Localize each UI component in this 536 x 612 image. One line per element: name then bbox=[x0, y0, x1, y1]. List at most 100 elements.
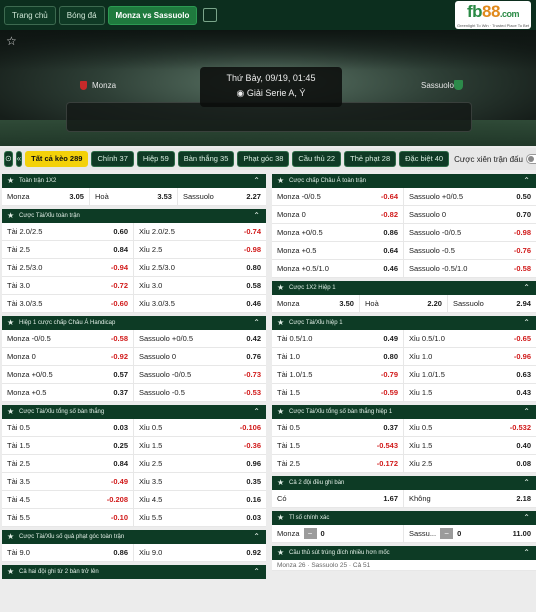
odds-cell[interactable]: Tài 1.5 -0.59 bbox=[272, 384, 404, 401]
parlay-toggle[interactable]: Cược xiên trận đấu bbox=[454, 154, 536, 164]
odds-cell[interactable]: Sassuolo -0.5 -0.53 bbox=[134, 384, 266, 401]
odds-cell[interactable]: Tài 2.5 -0.172 bbox=[272, 455, 404, 472]
odds-cell[interactable]: Monza +0.5 0.37 bbox=[2, 384, 134, 401]
odds-cell[interactable]: Xỉu 2.0/2.5 -0.74 bbox=[134, 223, 266, 240]
odds-cell[interactable]: Tài 2.5 0.84 bbox=[2, 455, 134, 472]
odds-cell[interactable]: Monza 3.50 bbox=[272, 295, 360, 312]
odds-cell[interactable]: Tài 3.0/3.5 -0.60 bbox=[2, 295, 134, 312]
odds-cell[interactable]: Xỉu 9.0 0.92 bbox=[134, 544, 266, 561]
odds-cell[interactable]: Có 1.67 bbox=[272, 490, 404, 507]
odds-cell[interactable]: Monza +0/0.5 0.86 bbox=[272, 224, 404, 241]
nav-match[interactable]: Monza vs Sassuolo bbox=[107, 5, 198, 25]
filter-main[interactable]: Chính 37 bbox=[91, 151, 134, 167]
odds-cell[interactable]: Tài 2.5 0.84 bbox=[2, 241, 134, 258]
minus-button[interactable]: − bbox=[303, 528, 317, 539]
odds-cell[interactable]: Xỉu 0.5 -0.532 bbox=[404, 419, 536, 436]
odds-cell[interactable]: Tài 1.5 0.25 bbox=[2, 437, 134, 454]
odds-cell[interactable]: Sassuolo +0/0.5 0.50 bbox=[404, 188, 536, 205]
odds-cell[interactable]: Hoà 3.53 bbox=[90, 188, 178, 205]
odds-cell[interactable]: Không 2.18 bbox=[404, 490, 536, 507]
minus-button[interactable]: − bbox=[440, 528, 454, 539]
odds-cell[interactable]: Monza 0 -0.82 bbox=[272, 206, 404, 223]
market-header[interactable]: Cược Tài/Xỉu hiệp 1 bbox=[272, 316, 536, 330]
odds-cell[interactable]: Sassuolo -0/0.5 -0.98 bbox=[404, 224, 536, 241]
odds-cell[interactable]: Xỉu 2.5 -0.98 bbox=[134, 241, 266, 258]
market-header[interactable]: Cược Tài/Xỉu số quả phạt góc toàn trận bbox=[2, 530, 266, 544]
odds-cell[interactable]: Tài 0.5 0.37 bbox=[272, 419, 404, 436]
odds-cell[interactable]: Tài 4.5 -0.208 bbox=[2, 491, 134, 508]
odds-cell[interactable]: Xỉu 5.5 0.03 bbox=[134, 509, 266, 526]
score-odds[interactable]: 11.00 bbox=[513, 529, 531, 538]
filter-corners[interactable]: Phạt góc 38 bbox=[237, 151, 290, 167]
nav-extra-box[interactable] bbox=[203, 8, 218, 22]
odds-cell[interactable]: Tài 3.0 -0.72 bbox=[2, 277, 134, 294]
odds-cell[interactable]: Monza 3.05 bbox=[2, 188, 90, 205]
odds-cell[interactable]: Xỉu 0.5/1.0 -0.65 bbox=[404, 330, 536, 347]
odds-cell[interactable]: Hoà 2.20 bbox=[360, 295, 448, 312]
odds-cell[interactable]: Xỉu 3.0 0.58 bbox=[134, 277, 266, 294]
odds-cell[interactable]: Sassuolo +0/0.5 0.42 bbox=[134, 330, 266, 347]
odds-cell[interactable]: Monza 0 -0.92 bbox=[2, 348, 134, 365]
score-home[interactable]: Monza −0 bbox=[272, 525, 404, 542]
collapse-icon[interactable]: « bbox=[15, 151, 23, 167]
score-away[interactable]: Sassu... −0 11.00 bbox=[404, 525, 536, 542]
odds-cell[interactable]: Xỉu 1.5 0.43 bbox=[404, 384, 536, 401]
odds-cell[interactable]: Sassuolo -0.5/1.0 -0.58 bbox=[404, 260, 536, 277]
odds-cell[interactable]: Xỉu 2.5 0.08 bbox=[404, 455, 536, 472]
market-header[interactable]: Cầu thủ sút trúng đích nhiều hơn mốc bbox=[272, 546, 536, 560]
search-icon[interactable]: ⊙ bbox=[4, 151, 13, 167]
odds-cell[interactable]: Xỉu 1.0/1.5 0.63 bbox=[404, 366, 536, 383]
odds-cell[interactable]: Tài 0.5/1.0 0.49 bbox=[272, 330, 404, 347]
filter-goals[interactable]: Bàn thắng 35 bbox=[177, 151, 235, 167]
odds-cell[interactable]: Tài 2.5/3.0 -0.94 bbox=[2, 259, 134, 276]
odds-cell[interactable]: Tài 1.5 -0.543 bbox=[272, 437, 404, 454]
nav-football[interactable]: Bóng đá bbox=[58, 5, 105, 25]
nav-home[interactable]: Trang chủ bbox=[4, 5, 56, 25]
odds-cell[interactable]: Sassuolo 2.27 bbox=[178, 188, 266, 205]
odds-cell[interactable]: Monza +0.5/1.0 0.46 bbox=[272, 260, 404, 277]
odds-cell[interactable]: Xỉu 3.5 0.35 bbox=[134, 473, 266, 490]
odds-cell[interactable]: Monza +0.5 0.64 bbox=[272, 242, 404, 259]
odds-cell[interactable]: Sassuolo 0 0.70 bbox=[404, 206, 536, 223]
odds-cell[interactable]: Xỉu 2.5 0.96 bbox=[134, 455, 266, 472]
odds-cell[interactable]: Monza +0/0.5 0.57 bbox=[2, 366, 134, 383]
market-header[interactable]: Cược Tài/Xỉu tổng số bàn thắng hiệp 1 bbox=[272, 405, 536, 419]
odds-cell[interactable]: Xỉu 1.0 -0.96 bbox=[404, 348, 536, 365]
favorite-star-icon[interactable]: ☆ bbox=[6, 34, 17, 48]
odds-cell[interactable]: Xỉu 1.5 0.40 bbox=[404, 437, 536, 454]
market-header[interactable]: Cả 2 đội đều ghi bàn bbox=[272, 476, 536, 490]
odds-cell[interactable]: Tài 2.0/2.5 0.60 bbox=[2, 223, 134, 240]
odds-cell[interactable]: Sassuolo -0.5 -0.76 bbox=[404, 242, 536, 259]
site-logo[interactable]: fb88.com Greenlight To Win · Trusted Pla… bbox=[455, 1, 531, 29]
toggle-switch[interactable] bbox=[525, 154, 536, 164]
odds-cell[interactable]: Tài 9.0 0.86 bbox=[2, 544, 134, 561]
filter-players[interactable]: Cầu thủ 22 bbox=[292, 151, 342, 167]
market-header[interactable]: Cả hai đội ghi từ 2 bàn trở lên bbox=[2, 565, 266, 579]
filter-all[interactable]: Tất cả kèo 289 bbox=[25, 151, 89, 167]
odds-cell[interactable]: Xỉu 1.5 -0.36 bbox=[134, 437, 266, 454]
odds-cell[interactable]: Tài 0.5 0.03 bbox=[2, 419, 134, 436]
odds-cell[interactable]: Xỉu 2.5/3.0 0.80 bbox=[134, 259, 266, 276]
odds-cell[interactable]: Monza -0/0.5 -0.64 bbox=[272, 188, 404, 205]
odds-cell[interactable]: Xỉu 3.0/3.5 0.46 bbox=[134, 295, 266, 312]
odds-cell[interactable]: Monza -0/0.5 -0.58 bbox=[2, 330, 134, 347]
odds-cell[interactable]: Xỉu 4.5 0.16 bbox=[134, 491, 266, 508]
market-header[interactable]: Tỉ số chính xác bbox=[272, 511, 536, 525]
odds-cell[interactable]: Sassuolo -0/0.5 -0.73 bbox=[134, 366, 266, 383]
odds-cell[interactable]: Xỉu 0.5 -0.106 bbox=[134, 419, 266, 436]
odds-cell[interactable]: Tài 5.5 -0.10 bbox=[2, 509, 134, 526]
market-header[interactable]: Hiệp 1 cược chấp Châu Á Handicap bbox=[2, 316, 266, 330]
filter-special[interactable]: Đặc biệt 40 bbox=[399, 151, 450, 167]
odds-cell[interactable]: Sassuolo 2.94 bbox=[448, 295, 536, 312]
filter-cards[interactable]: Thẻ phạt 28 bbox=[344, 151, 397, 167]
filter-half[interactable]: Hiệp 59 bbox=[136, 151, 175, 167]
odds-cell[interactable]: Tài 1.0 0.80 bbox=[272, 348, 404, 365]
market-header[interactable]: Cược 1X2 Hiệp 1 bbox=[272, 281, 536, 295]
market-header[interactable]: Cược Tài/Xỉu tổng số bàn thắng bbox=[2, 405, 266, 419]
market-header[interactable]: Cược chấp Châu Á toàn trận bbox=[272, 174, 536, 188]
odds-cell[interactable]: Tài 3.5 -0.49 bbox=[2, 473, 134, 490]
odds-cell[interactable]: Sassuolo 0 0.76 bbox=[134, 348, 266, 365]
market-header[interactable]: Cược Tài/Xỉu toàn trận bbox=[2, 209, 266, 223]
odds-cell[interactable]: Tài 1.0/1.5 -0.79 bbox=[272, 366, 404, 383]
market-header[interactable]: Toàn trận 1X2 bbox=[2, 174, 266, 188]
